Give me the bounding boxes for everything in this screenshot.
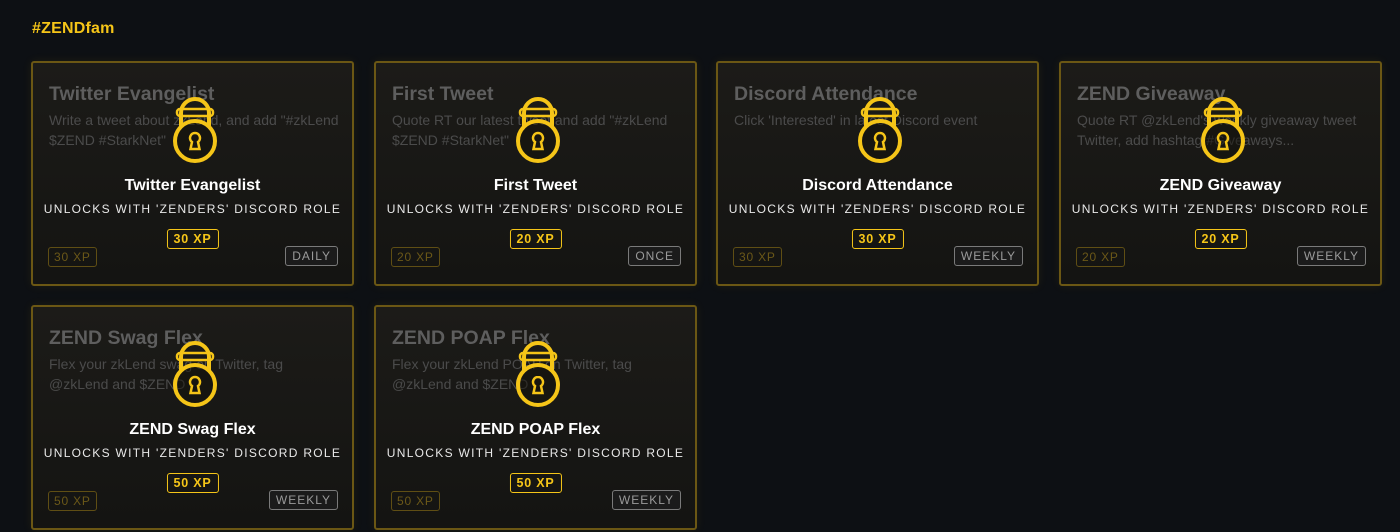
card-bg-title: First Tweet: [392, 83, 494, 105]
xp-badge-faded: 30 XP: [733, 247, 782, 267]
frequency-badge: DAILY: [285, 246, 338, 266]
frequency-badge: WEEKLY: [268, 490, 338, 510]
xp-badge: 30 XP: [166, 229, 219, 249]
unlock-requirement: UNLOCKS WITH 'ZENDERS' DISCORD ROLE: [1071, 202, 1370, 216]
xp-badge-faded: 20 XP: [391, 247, 440, 267]
quest-card-zend-poap-flex[interactable]: ZEND POAP Flex Flex your zkLend POAP on …: [374, 305, 697, 530]
card-title: ZEND POAP Flex: [470, 421, 601, 438]
unlock-requirement: UNLOCKS WITH 'ZENDERS' DISCORD ROLE: [43, 446, 342, 460]
unlock-requirement: UNLOCKS WITH 'ZENDERS' DISCORD ROLE: [43, 202, 342, 216]
card-title: ZEND Giveaway: [1159, 177, 1282, 194]
quest-card-discord-attendance[interactable]: Discord Attendance Click 'Interested' in…: [716, 61, 1039, 286]
frequency-badge: WEEKLY: [611, 490, 681, 510]
frequency-badge: WEEKLY: [1296, 246, 1366, 266]
card-title: Discord Attendance: [802, 177, 953, 194]
quest-grid: Twitter Evangelist Write a tweet about z…: [31, 61, 1382, 532]
xp-badge: 20 XP: [509, 229, 562, 249]
padlock-icon: [516, 341, 560, 407]
card-title: First Tweet: [493, 177, 578, 194]
frequency-badge: ONCE: [628, 246, 681, 266]
frequency-badge: WEEKLY: [953, 246, 1023, 266]
xp-badge-faded: 50 XP: [391, 491, 440, 511]
padlock-icon: [173, 341, 217, 407]
padlock-icon: [1201, 97, 1245, 163]
unlock-requirement: UNLOCKS WITH 'ZENDERS' DISCORD ROLE: [386, 202, 685, 216]
xp-badge-faded: 20 XP: [1076, 247, 1125, 267]
padlock-icon: [858, 97, 902, 163]
xp-badge: 50 XP: [166, 473, 219, 493]
quest-card-first-tweet[interactable]: First Tweet Quote RT our latest tweet an…: [374, 61, 697, 286]
xp-badge: 50 XP: [509, 473, 562, 493]
xp-badge: 30 XP: [851, 229, 904, 249]
padlock-icon: [516, 97, 560, 163]
quest-card-zend-swag-flex[interactable]: ZEND Swag Flex Flex your zkLend swag on …: [31, 305, 354, 530]
quest-card-twitter-evangelist[interactable]: Twitter Evangelist Write a tweet about z…: [31, 61, 354, 286]
quest-card-zend-giveaway[interactable]: ZEND Giveaway Quote RT @zkLend's weekly …: [1059, 61, 1382, 286]
card-title: Twitter Evangelist: [124, 177, 261, 194]
card-title: ZEND Swag Flex: [129, 421, 256, 438]
xp-badge: 20 XP: [1194, 229, 1247, 249]
section-heading: #ZENDfam: [32, 20, 115, 37]
unlock-requirement: UNLOCKS WITH 'ZENDERS' DISCORD ROLE: [386, 446, 685, 460]
xp-badge-faded: 50 XP: [48, 491, 97, 511]
unlock-requirement: UNLOCKS WITH 'ZENDERS' DISCORD ROLE: [728, 202, 1027, 216]
padlock-icon: [173, 97, 217, 163]
xp-badge-faded: 30 XP: [48, 247, 97, 267]
